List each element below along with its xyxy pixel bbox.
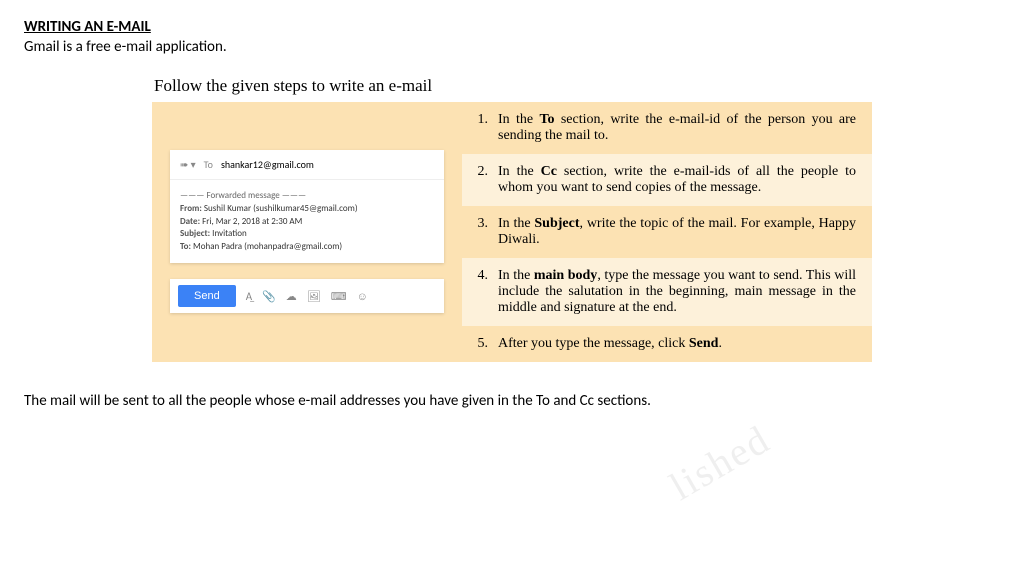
step-2: 2. In the Cc section, write the e-mail-id… <box>462 154 872 206</box>
to-label: To <box>204 158 213 171</box>
step-text: After you type the message, click Send. <box>498 336 722 352</box>
forwarded-meta: From: Sushil Kumar (sushilkumar45@gmail.… <box>170 203 444 263</box>
step-text: In the Cc section, write the e-mail-ids … <box>498 164 856 196</box>
compose-card: ➠ ▾ To shankar12@gmail.com ——— Forwarded… <box>170 150 444 263</box>
step-4: 4.In the main body, type the message you… <box>462 258 872 326</box>
step-number: 2. <box>472 164 488 196</box>
attach-icon[interactable]: 📎 <box>262 290 276 303</box>
from-value: Sushil Kumar (sushilkumar45@gmail.com) <box>204 203 358 214</box>
compose-panel: ➠ ▾ To shankar12@gmail.com ——— Forwarded… <box>152 102 462 362</box>
figure-row: ➠ ▾ To shankar12@gmail.com ——— Forwarded… <box>152 102 872 362</box>
page-title: WRITING AN E-MAIL <box>24 18 1000 36</box>
emoji-icon[interactable]: ☺ <box>357 290 368 303</box>
step-1: 1. In the To section, write the e-mail-id… <box>462 102 872 154</box>
drive-icon[interactable]: ☁ <box>286 290 297 303</box>
to2-value: Mohan Padra (mohanpadra@gmail.com) <box>193 241 342 252</box>
step-number: 3. <box>472 216 488 248</box>
photo-icon[interactable]: 🖼 <box>307 290 321 303</box>
compose-to-row: ➠ ▾ To shankar12@gmail.com <box>170 150 444 180</box>
content-wrap: Follow the given steps to write an e-mai… <box>24 76 1000 362</box>
step-number: 5. <box>472 336 488 352</box>
step-text: In the Subject, write the topic of the m… <box>498 216 856 248</box>
step-3: 3. In the Subject, write the topic of the… <box>462 206 872 258</box>
step-number: 1. <box>472 112 488 144</box>
step-number: 4. <box>472 268 488 316</box>
to2-label: To: <box>180 241 191 252</box>
send-button[interactable]: Send <box>178 285 236 307</box>
steps-panel: 1. In the To section, write the e-mail-id… <box>462 102 872 362</box>
date-label: Date: <box>180 216 200 227</box>
figure-block: Follow the given steps to write an e-mai… <box>152 76 872 362</box>
subject-label: Subject: <box>180 228 210 239</box>
date-value: Fri, Mar 2, 2018 at 2:30 AM <box>202 216 302 227</box>
footer-note: The mail will be sent to all the people … <box>24 392 1000 410</box>
watermark: lished <box>662 415 779 509</box>
subject-value: Invitation <box>212 228 247 239</box>
compose-toolbar: Send A̲ 📎 ☁ 🖼 ⌨ ☺ <box>170 279 444 313</box>
expand-arrow-icon: ➠ ▾ <box>180 158 196 171</box>
step-text: In the To section, write the e-mail-id o… <box>498 112 856 144</box>
font-icon[interactable]: A̲ <box>246 290 252 303</box>
page-subtitle: Gmail is a free e-mail application. <box>24 38 1000 56</box>
to-value: shankar12@gmail.com <box>221 158 314 171</box>
link-icon[interactable]: ⌨ <box>331 290 347 303</box>
forwarded-divider: ——— Forwarded message ——— <box>170 180 444 203</box>
step-text: In the main body, type the message you w… <box>498 268 856 316</box>
figure-caption: Follow the given steps to write an e-mai… <box>154 76 872 96</box>
from-label: From: <box>180 203 202 214</box>
step-5: 5. After you type the message, click Send… <box>462 326 872 362</box>
